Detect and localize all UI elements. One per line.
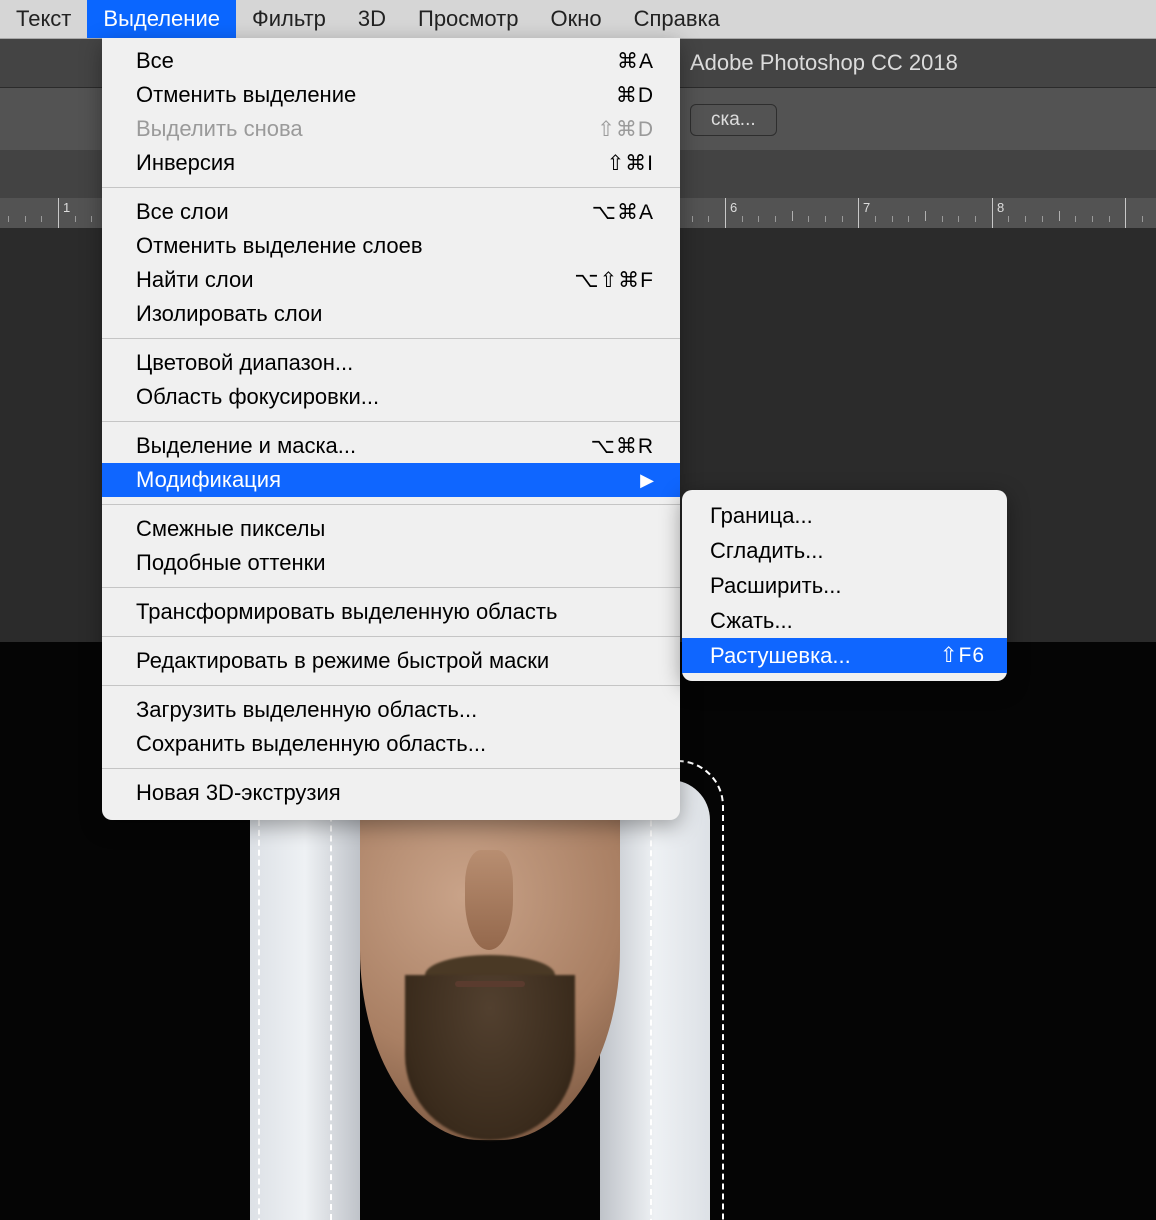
menu-item-shortcut: ⌘A (617, 49, 654, 74)
menu-item-label: Отменить выделение слоев (136, 233, 423, 259)
menu-item-label: Область фокусировки... (136, 384, 379, 410)
menubar-item-label: Текст (16, 6, 71, 32)
menu-item[interactable]: Изолировать слои (102, 297, 680, 331)
submenu-item-label: Растушевка... (710, 643, 851, 669)
menu-item[interactable]: Подобные оттенки (102, 546, 680, 580)
menu-item: Выделить снова ⇧⌘D (102, 112, 680, 146)
menu-item[interactable]: Загрузить выделенную область... (102, 693, 680, 727)
menu-item-label: Выделить снова (136, 116, 303, 142)
ruler-label: 1 (63, 200, 70, 215)
titlebar-text: Adobe Photoshop CC 2018 (690, 50, 958, 76)
submenu-item[interactable]: Расширить... (682, 568, 1007, 603)
menubar-item-5[interactable]: Окно (534, 0, 617, 38)
menu-item-label: Редактировать в режиме быстрой маски (136, 648, 549, 674)
menu-item-label: Выделение и маска... (136, 433, 356, 459)
menu-item-shortcut: ⌥⌘A (592, 200, 654, 225)
submenu-item[interactable]: Растушевка... ⇧F6 (682, 638, 1007, 673)
submenu-item-label: Расширить... (710, 573, 842, 599)
menu-item-label: Отменить выделение (136, 82, 356, 108)
menubar-item-label: Просмотр (418, 6, 518, 32)
menu-item[interactable]: Новая 3D-экструзия (102, 776, 680, 810)
submenu-item-label: Граница... (710, 503, 813, 529)
menu-item[interactable]: Все ⌘A (102, 44, 680, 78)
menu-item-label: Найти слои (136, 267, 254, 293)
menu-item-label: Модификация (136, 467, 281, 493)
menubar-item-label: Справка (634, 6, 720, 32)
menu-item[interactable]: Отменить выделение слоев (102, 229, 680, 263)
menu-item-shortcut: ⇧⌘I (607, 151, 654, 176)
submenu-item-shortcut: ⇧F6 (940, 643, 985, 668)
photo-content (310, 780, 670, 1220)
menubar-item-6[interactable]: Справка (618, 0, 736, 38)
menu-item[interactable]: Выделение и маска... ⌥⌘R (102, 429, 680, 463)
ruler-label: 8 (997, 200, 1004, 215)
menu-item-label: Все (136, 48, 174, 74)
menu-item-label: Все слои (136, 199, 229, 225)
menu-item-label: Сохранить выделенную область... (136, 731, 486, 757)
menu-item[interactable]: Найти слои ⌥⇧⌘F (102, 263, 680, 297)
menu-item-shortcut: ⇧⌘D (597, 117, 654, 142)
menubar: Текст Выделение Фильтр 3D Просмотр Окно Справк… (0, 0, 1156, 39)
menubar-item-2[interactable]: Фильтр (236, 0, 342, 38)
menubar-item-label: 3D (358, 6, 386, 32)
menu-item-label: Цветовой диапазон... (136, 350, 353, 376)
menubar-item-label: Окно (550, 6, 601, 32)
menu-item[interactable]: Инверсия ⇧⌘I (102, 146, 680, 180)
menu-item-label: Инверсия (136, 150, 235, 176)
ruler-label: 6 (730, 200, 737, 215)
menu-item[interactable]: Смежные пикселы (102, 512, 680, 546)
menu-item-shortcut: ⌘D (616, 83, 654, 108)
menubar-item-1[interactable]: Выделение (87, 0, 236, 38)
submenu-item-label: Сжать... (710, 608, 793, 634)
menu-item[interactable]: Трансформировать выделенную область (102, 595, 680, 629)
submenu-item[interactable]: Граница... (682, 498, 1007, 533)
submenu-item[interactable]: Сгладить... (682, 533, 1007, 568)
submenu-item-label: Сгладить... (710, 538, 824, 564)
menu-item-shortcut: ⌥⇧⌘F (574, 268, 654, 293)
submenu-arrow-icon: ▶ (640, 470, 654, 491)
menubar-item-label: Фильтр (252, 6, 326, 32)
menu-modify-submenu: Граница... Сгладить... Расширить... Сжать..… (682, 490, 1007, 681)
menu-item-label: Загрузить выделенную область... (136, 697, 477, 723)
submenu-item[interactable]: Сжать... (682, 603, 1007, 638)
menu-item[interactable]: Модификация ▶ (102, 463, 680, 497)
menu-selection-dropdown: Все ⌘A Отменить выделение ⌘D Выделить снова ⇧… (102, 38, 680, 820)
menubar-item-4[interactable]: Просмотр (402, 0, 534, 38)
menu-item[interactable]: Отменить выделение ⌘D (102, 78, 680, 112)
ruler-label: 7 (863, 200, 870, 215)
options-bar-button[interactable]: ска... (690, 104, 777, 136)
menu-item-shortcut: ⌥⌘R (591, 434, 654, 459)
menu-item-label: Смежные пикселы (136, 516, 325, 542)
menubar-item-0[interactable]: Текст (0, 0, 87, 38)
menu-item[interactable]: Редактировать в режиме быстрой маски (102, 644, 680, 678)
menubar-item-3[interactable]: 3D (342, 0, 402, 38)
menu-item-label: Трансформировать выделенную область (136, 599, 557, 625)
menu-item-label: Изолировать слои (136, 301, 322, 327)
menu-item[interactable]: Область фокусировки... (102, 380, 680, 414)
menu-item-label: Новая 3D-экструзия (136, 780, 341, 806)
menu-item[interactable]: Все слои ⌥⌘A (102, 195, 680, 229)
menu-item-label: Подобные оттенки (136, 550, 326, 576)
menu-item[interactable]: Сохранить выделенную область... (102, 727, 680, 761)
menu-item[interactable]: Цветовой диапазон... (102, 346, 680, 380)
menubar-item-label: Выделение (103, 6, 220, 32)
